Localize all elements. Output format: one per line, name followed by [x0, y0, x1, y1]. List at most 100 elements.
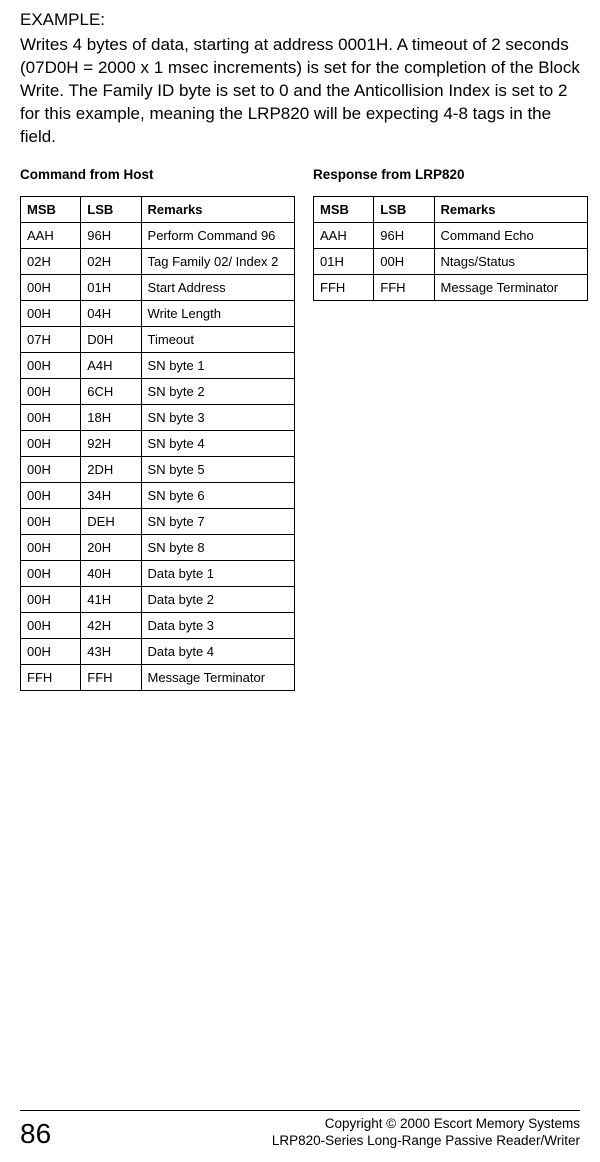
cell-lsb: 34H: [81, 482, 141, 508]
table-row: 00H18HSN byte 3: [21, 404, 295, 430]
cell-remarks: Command Echo: [434, 222, 587, 248]
cell-remarks: Data byte 3: [141, 612, 294, 638]
cell-msb: 02H: [21, 248, 81, 274]
cell-msb: AAH: [314, 222, 374, 248]
cell-remarks: Timeout: [141, 326, 294, 352]
table-row: AAH96HPerform Command 96: [21, 222, 295, 248]
cell-msb: 00H: [21, 638, 81, 664]
table-row: 02H02HTag Family 02/ Index 2: [21, 248, 295, 274]
cell-lsb: 04H: [81, 300, 141, 326]
table-row: 07HD0HTimeout: [21, 326, 295, 352]
cell-lsb: 00H: [374, 248, 434, 274]
cell-remarks: SN byte 5: [141, 456, 294, 482]
columns-wrap: Command from Host MSB LSB Remarks AAH96H…: [20, 167, 580, 691]
cell-lsb: 18H: [81, 404, 141, 430]
cell-remarks: SN byte 2: [141, 378, 294, 404]
left-table-title: Command from Host: [20, 167, 295, 182]
cell-remarks: SN byte 3: [141, 404, 294, 430]
table-row: 00H43HData byte 4: [21, 638, 295, 664]
left-tbody: AAH96HPerform Command 9602H02HTag Family…: [21, 222, 295, 690]
cell-msb: 00H: [21, 612, 81, 638]
cell-msb: 00H: [21, 300, 81, 326]
cell-remarks: Data byte 4: [141, 638, 294, 664]
cell-lsb: 42H: [81, 612, 141, 638]
table-row: FFHFFHMessage Terminator: [21, 664, 295, 690]
table-row: 00HDEHSN byte 7: [21, 508, 295, 534]
cell-lsb: 96H: [374, 222, 434, 248]
cell-remarks: SN byte 6: [141, 482, 294, 508]
cell-remarks: Perform Command 96: [141, 222, 294, 248]
table-row: 00H20HSN byte 8: [21, 534, 295, 560]
column-left: Command from Host MSB LSB Remarks AAH96H…: [20, 167, 295, 691]
cell-remarks: Message Terminator: [434, 274, 587, 300]
footer-row: 86 Copyright © 2000 Escort Memory System…: [20, 1115, 580, 1150]
cell-lsb: D0H: [81, 326, 141, 352]
cell-remarks: SN byte 8: [141, 534, 294, 560]
cell-lsb: 43H: [81, 638, 141, 664]
cell-msb: 07H: [21, 326, 81, 352]
cell-lsb: A4H: [81, 352, 141, 378]
cell-msb: 00H: [21, 430, 81, 456]
cell-msb: FFH: [21, 664, 81, 690]
table-row: 00H42HData byte 3: [21, 612, 295, 638]
example-label: EXAMPLE:: [20, 10, 580, 30]
cell-remarks: Data byte 1: [141, 560, 294, 586]
table-row: AAH96HCommand Echo: [314, 222, 588, 248]
table-row: 00H40HData byte 1: [21, 560, 295, 586]
cell-lsb: 2DH: [81, 456, 141, 482]
header-msb: MSB: [21, 196, 81, 222]
cell-msb: 00H: [21, 534, 81, 560]
table-row: 00HA4HSN byte 1: [21, 352, 295, 378]
cell-lsb: 6CH: [81, 378, 141, 404]
cell-msb: 01H: [314, 248, 374, 274]
cell-lsb: 40H: [81, 560, 141, 586]
column-right: Response from LRP820 MSB LSB Remarks AAH…: [313, 167, 588, 691]
response-table: MSB LSB Remarks AAH96HCommand Echo01H00H…: [313, 196, 588, 301]
cell-remarks: Data byte 2: [141, 586, 294, 612]
header-lsb: LSB: [81, 196, 141, 222]
right-tbody: AAH96HCommand Echo01H00HNtags/StatusFFHF…: [314, 222, 588, 300]
cell-lsb: FFH: [81, 664, 141, 690]
cell-msb: 00H: [21, 352, 81, 378]
table-row: FFHFFHMessage Terminator: [314, 274, 588, 300]
table-row: 01H00HNtags/Status: [314, 248, 588, 274]
page-number: 86: [20, 1118, 51, 1150]
cell-lsb: 41H: [81, 586, 141, 612]
table-row: 00H6CHSN byte 2: [21, 378, 295, 404]
right-table-title: Response from LRP820: [313, 167, 588, 182]
cell-lsb: 02H: [81, 248, 141, 274]
header-lsb: LSB: [374, 196, 434, 222]
copyright-line-1: Copyright © 2000 Escort Memory Systems: [272, 1115, 580, 1133]
cell-remarks: SN byte 4: [141, 430, 294, 456]
cell-lsb: 92H: [81, 430, 141, 456]
cell-msb: FFH: [314, 274, 374, 300]
footer-rule: [20, 1110, 580, 1111]
cell-lsb: FFH: [374, 274, 434, 300]
cell-msb: 00H: [21, 508, 81, 534]
table-row: 00H41HData byte 2: [21, 586, 295, 612]
cell-msb: 00H: [21, 482, 81, 508]
copyright-block: Copyright © 2000 Escort Memory Systems L…: [272, 1115, 580, 1150]
table-row: 00H01HStart Address: [21, 274, 295, 300]
table-header-row: MSB LSB Remarks: [314, 196, 588, 222]
cell-lsb: 01H: [81, 274, 141, 300]
header-remarks: Remarks: [141, 196, 294, 222]
header-remarks: Remarks: [434, 196, 587, 222]
table-row: 00H2DHSN byte 5: [21, 456, 295, 482]
cell-remarks: SN byte 7: [141, 508, 294, 534]
cell-lsb: DEH: [81, 508, 141, 534]
table-row: 00H04HWrite Length: [21, 300, 295, 326]
cell-lsb: 20H: [81, 534, 141, 560]
cell-remarks: Tag Family 02/ Index 2: [141, 248, 294, 274]
cell-msb: 00H: [21, 586, 81, 612]
cell-remarks: Message Terminator: [141, 664, 294, 690]
copyright-line-2: LRP820-Series Long-Range Passive Reader/…: [272, 1132, 580, 1150]
cell-msb: 00H: [21, 378, 81, 404]
cell-msb: AAH: [21, 222, 81, 248]
cell-remarks: Ntags/Status: [434, 248, 587, 274]
cell-remarks: Start Address: [141, 274, 294, 300]
table-header-row: MSB LSB Remarks: [21, 196, 295, 222]
cell-msb: 00H: [21, 274, 81, 300]
command-table: MSB LSB Remarks AAH96HPerform Command 96…: [20, 196, 295, 691]
page-footer: 86 Copyright © 2000 Escort Memory System…: [20, 1110, 580, 1150]
